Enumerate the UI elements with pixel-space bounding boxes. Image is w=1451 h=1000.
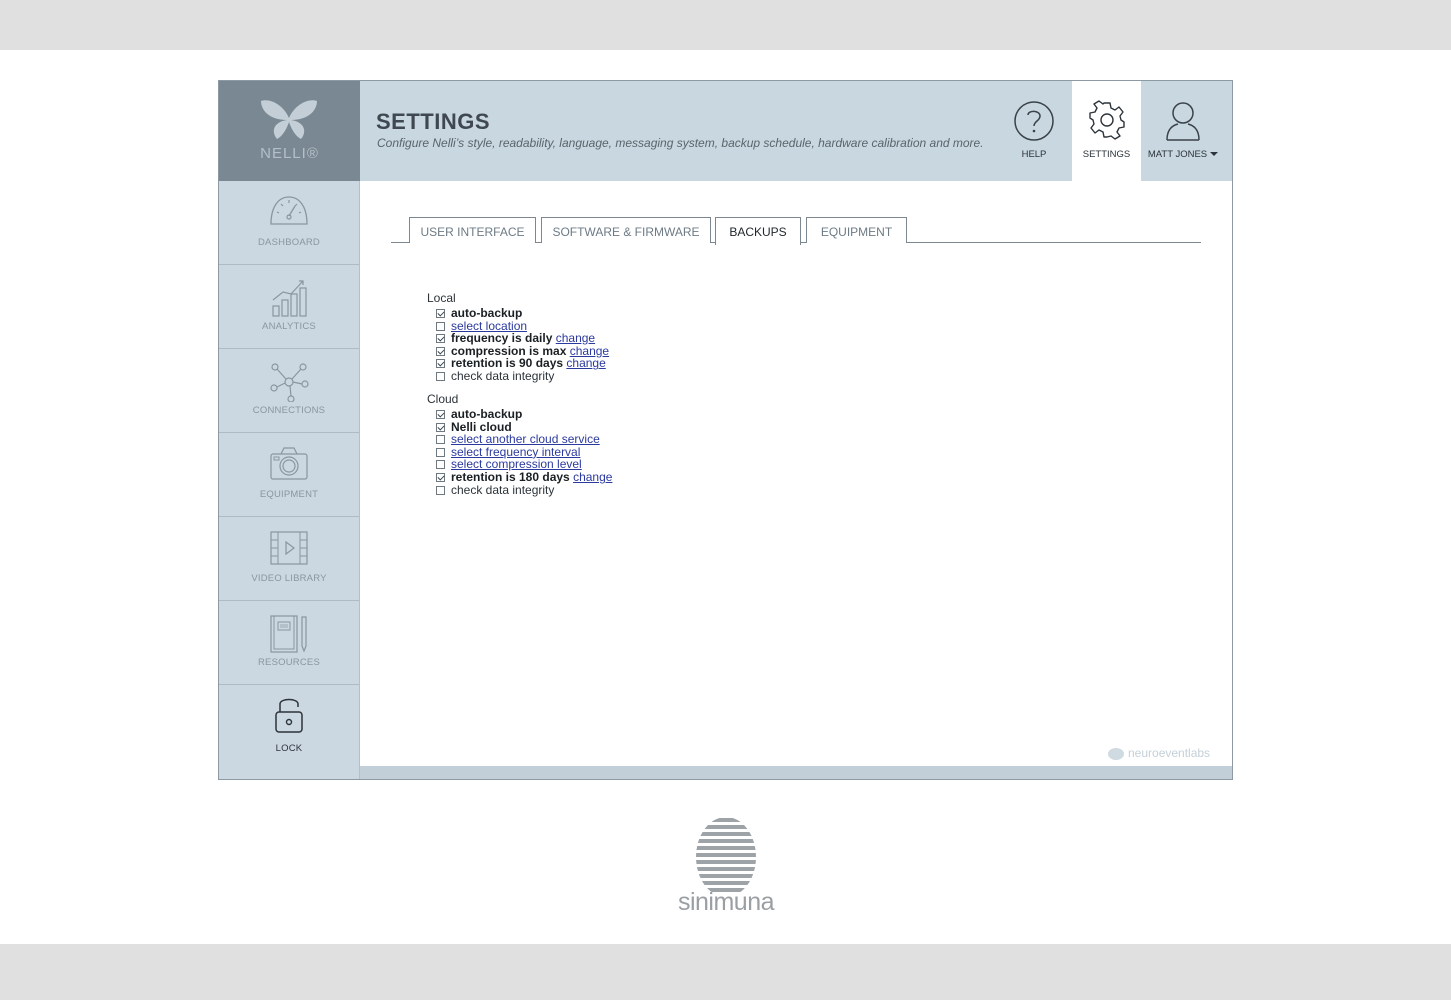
brand-text: neuroeventlabs [1128,746,1211,760]
checkbox[interactable] [436,410,445,419]
user-name: MATT JONES [1147,149,1208,160]
brand-icon [1108,747,1124,760]
checkbox[interactable] [436,359,445,369]
user-label: MATT JONES [1143,149,1223,160]
company-logo: sinimuna [672,816,780,920]
bottom-band [0,944,1451,1000]
tab-equipment[interactable]: EQUIPMENT [806,217,907,243]
network-icon [270,363,309,402]
sidebar-item-video-library[interactable]: VIDEO LIBRARY [219,517,359,601]
bar-chart-icon [272,280,307,317]
sidebar-item-connections[interactable]: CONNECTIONS [219,349,359,433]
checkbox[interactable] [436,309,445,318]
logo-text: NELLI® [260,145,319,162]
checkbox[interactable] [436,372,445,381]
page-subtitle: Configure Nelli’s style, readability, la… [377,136,984,150]
company-name: sinimuna [677,888,775,916]
sidebar-item-analytics[interactable]: ANALYTICS [219,265,359,349]
help-icon [1014,101,1054,141]
sidebar-item-dashboard[interactable]: DASHBOARD [219,181,359,265]
sidebar-item-lock[interactable]: LOCK [219,685,359,769]
option-link[interactable]: change [573,470,612,484]
sidebar-label: EQUIPMENT [259,489,319,500]
tab-user-interface[interactable]: USER INTERFACE [409,217,536,243]
top-band [0,0,1451,50]
main-content: USER INTERFACE SOFTWARE & FIRMWARE BACKU… [360,181,1232,766]
logo[interactable]: NELLI® [219,81,360,181]
option-text: check data integrity [451,482,555,497]
sidebar: DASHBOARD ANALYTICS CONNECTIONS EQUIPMEN… [219,181,360,779]
checkbox[interactable] [436,460,445,470]
egg-logo-icon [696,818,756,892]
checkbox[interactable] [436,435,445,445]
tab-backups[interactable]: BACKUPS [715,217,801,245]
checkbox[interactable] [436,447,445,457]
settings-button[interactable]: SETTINGS [1072,81,1141,181]
camera-icon [270,447,308,480]
sidebar-label: RESOURCES [258,657,320,668]
option-text: check data integrity [451,370,554,383]
header: SETTINGS Configure Nelli’s style, readab… [360,81,1232,181]
settings-label: SETTINGS [1082,149,1131,160]
sidebar-label: CONNECTIONS [252,405,326,416]
option-label: check data integrity [451,369,555,383]
sidebar-label: LOCK [275,743,303,754]
butterfly-icon [261,100,317,139]
cloud-section-title: Cloud [427,392,459,406]
checkbox[interactable] [436,334,445,344]
option-link[interactable]: change [566,356,605,370]
help-button[interactable]: HELP [999,81,1069,181]
lock-icon [275,698,303,733]
sidebar-label: VIDEO LIBRARY [251,573,327,584]
user-menu[interactable]: MATT JONES [1143,81,1223,181]
app-window: NELLI® SETTINGS Configure Nelli’s style,… [218,80,1233,780]
checkbox[interactable] [436,485,445,495]
sidebar-label: DASHBOARD [258,237,320,248]
notebook-icon [270,615,307,653]
option-label: check data integrity [451,482,555,497]
gear-icon [1088,100,1125,140]
checkbox[interactable] [436,422,445,432]
brand-watermark: neuroeventlabs [1108,746,1210,760]
tab-bar: USER INTERFACE SOFTWARE & FIRMWARE BACKU… [391,217,1201,245]
tab-software-firmware[interactable]: SOFTWARE & FIRMWARE [541,217,711,243]
video-icon [270,531,308,565]
sidebar-item-equipment[interactable]: EQUIPMENT [219,433,359,517]
help-label: HELP [1021,149,1047,160]
chevron-down-icon[interactable] [1210,152,1219,157]
page-title: SETTINGS [376,109,491,134]
checkbox[interactable] [436,473,445,482]
checkbox[interactable] [436,346,445,356]
footer-bar [360,766,1232,779]
sidebar-label: ANALYTICS [262,321,316,332]
sidebar-item-resources[interactable]: RESOURCES [219,601,359,685]
gauge-icon [270,196,308,225]
checkbox[interactable] [436,321,445,331]
user-icon [1166,102,1200,141]
local-section-title: Local [427,291,456,305]
